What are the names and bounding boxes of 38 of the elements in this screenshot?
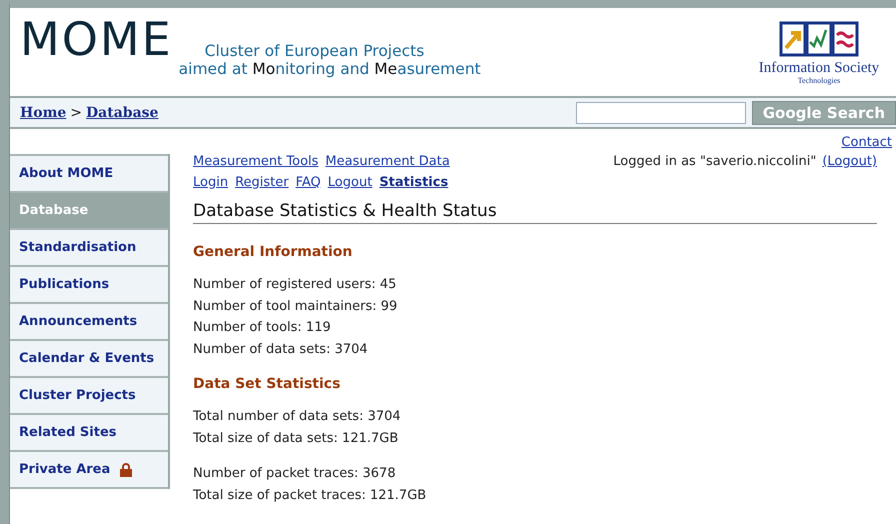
statistic-text: Total size of data sets: 121.7GB bbox=[193, 430, 400, 448]
sidebar-item[interactable]: Cluster Projects bbox=[10, 378, 168, 415]
sidebar-item[interactable]: Calendar & Events bbox=[10, 341, 168, 378]
section-heading: General Information bbox=[193, 244, 354, 260]
sidebar-item[interactable]: Private Area bbox=[10, 452, 168, 489]
sidebar-item[interactable]: Standardisation bbox=[10, 230, 168, 267]
login-status-text: Logged in as "saverio.niccolini" bbox=[613, 153, 816, 171]
breadcrumb-separator: > bbox=[70, 104, 82, 120]
page-title: Database Statistics & Health Status bbox=[193, 201, 877, 224]
menu-link[interactable]: Register bbox=[235, 172, 289, 193]
statistic-text: Total size of packet traces: 121.7GB bbox=[193, 486, 428, 504]
site-logo[interactable]: MOME bbox=[20, 14, 173, 64]
breadcrumb-link[interactable]: Home bbox=[20, 104, 66, 120]
statistic-text: Total number of data sets: 3704 bbox=[193, 408, 402, 426]
partner-logo-title: Information Society bbox=[758, 60, 880, 76]
sidebar-item[interactable]: Related Sites bbox=[10, 415, 168, 452]
logout-link[interactable]: (Logout) bbox=[822, 151, 877, 172]
menu-link[interactable]: Statistics bbox=[379, 172, 448, 193]
tagline-text: aimed at Monitoring and Measurement bbox=[178, 60, 481, 78]
statistic-text: Number of data sets: 3704 bbox=[193, 340, 369, 358]
statistic-text: Number of packet traces: 3678 bbox=[193, 465, 397, 483]
menu-link[interactable]: Measurement Tools bbox=[193, 151, 318, 172]
sidebar-item[interactable]: About MOME bbox=[10, 154, 168, 193]
statistic-text: Number of tool maintainers: 99 bbox=[193, 298, 398, 316]
statistic-text: Number of tools: 119 bbox=[193, 319, 332, 337]
contact-link[interactable]: Contact bbox=[841, 135, 892, 150]
statistic-text: Number of registered users: 45 bbox=[193, 276, 398, 294]
search-field[interactable] bbox=[576, 102, 746, 124]
partner-logo-subtitle: Technologies bbox=[798, 76, 840, 85]
section-heading: Data Set Statistics bbox=[193, 376, 342, 392]
menu-link[interactable]: FAQ bbox=[296, 172, 321, 193]
menu-link[interactable]: Measurement Data bbox=[325, 151, 450, 172]
menu-link[interactable]: Logout bbox=[328, 172, 372, 193]
tagline-text: Cluster of European Projects bbox=[204, 42, 426, 60]
sidebar-item[interactable]: Publications bbox=[10, 267, 168, 304]
breadcrumb-link[interactable]: Database bbox=[86, 104, 158, 120]
menu-link[interactable]: Login bbox=[193, 172, 228, 193]
sidebar-item[interactable]: Announcements bbox=[10, 304, 168, 341]
